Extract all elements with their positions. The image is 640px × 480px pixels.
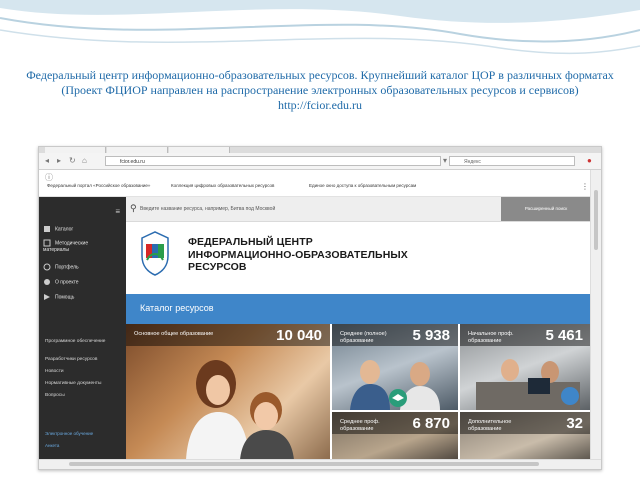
vertical-scrollbar[interactable] (590, 170, 601, 460)
stop-icon[interactable]: ● (587, 156, 592, 166)
tile-primary-vocational[interactable]: Начальное проф. образование 5 461 (460, 324, 591, 410)
reload-icon[interactable]: ↻ (69, 156, 76, 166)
browser-screenshot: ◂ ▸ ↻ ⌂ fcior.edu.ru ▾ Яндекс ● ⓘ Федера… (38, 146, 602, 470)
more-icon[interactable]: ⋮ (581, 182, 589, 191)
tile-secondary-vocational[interactable]: Среднее проф. образование 6 870 (332, 412, 458, 460)
sidebar-link[interactable]: Нормативные документы (45, 381, 101, 387)
methods-icon (43, 239, 51, 247)
tile-count: 5 461 (545, 327, 583, 344)
help-icon (44, 294, 50, 300)
caption-line1: Федеральный центр информационно-образова… (26, 68, 614, 82)
tile-count: 10 040 (276, 327, 322, 344)
tile-secondary-full[interactable]: Среднее (полное) образование 5 938 (332, 324, 458, 410)
portal-link[interactable]: Единое окно доступа к образовательным ре… (309, 183, 416, 188)
search-input[interactable]: Введите название ресурса, например, Битв… (140, 206, 275, 212)
caption-url[interactable]: http://fcior.edu.ru (20, 98, 620, 113)
students-photo (350, 360, 440, 410)
catalog-heading-band: Каталог ресурсов (126, 294, 591, 324)
sidebar: ≡ Каталог Методические материалы Портфел… (39, 197, 126, 469)
tile-count: 32 (566, 415, 583, 432)
teacher-student-photo (186, 360, 294, 460)
sidebar-link[interactable]: Вопросы (45, 393, 65, 399)
dropdown-icon[interactable]: ▾ (443, 156, 447, 166)
portfolio-icon (43, 263, 51, 271)
fcior-logo (141, 231, 169, 276)
sidebar-item-label: Помощь (55, 294, 75, 301)
info-icon (44, 279, 50, 285)
browser-search[interactable]: Яндекс (449, 156, 575, 166)
search-icon: ⚲ (130, 203, 137, 213)
brand-title-line2: ИНФОРМАЦИОННО-ОБРАЗОВАТЕЛЬНЫХ (188, 248, 408, 261)
hamburger-icon[interactable]: ≡ (115, 207, 120, 216)
slide-caption: Федеральный центр информационно-образова… (20, 68, 620, 113)
sidebar-item-methods[interactable]: Методические материалы (43, 239, 113, 253)
sidebar-item-catalog[interactable]: Каталог (43, 225, 73, 233)
site-brand: ФЕДЕРАЛЬНЫЙ ЦЕНТР ИНФОРМАЦИОННО-ОБРАЗОВА… (126, 222, 591, 294)
address-bar[interactable]: fcior.edu.ru (105, 156, 441, 166)
sidebar-item-label: Каталог (55, 226, 74, 233)
scroll-thumb[interactable] (594, 190, 598, 250)
decorative-waves (0, 0, 640, 55)
advanced-search-button[interactable]: Расширенный поиск (501, 197, 591, 221)
info-icon: ⓘ (45, 173, 53, 182)
back-icon[interactable]: ◂ (45, 156, 49, 166)
sidebar-link[interactable]: Программное обеспечение (45, 339, 107, 345)
sidebar-item-label: Портфель (55, 264, 79, 271)
sidebar-item-about[interactable]: О проекте (43, 278, 79, 286)
portal-link[interactable]: Коллекция цифровых образовательных ресур… (171, 183, 274, 188)
tile-basic-general[interactable]: Основное общее образование 10 040 (126, 324, 330, 460)
brand-title-line1: ФЕДЕРАЛЬНЫЙ ЦЕНТР (188, 236, 313, 248)
scroll-thumb[interactable] (69, 462, 539, 466)
horizontal-scrollbar[interactable] (39, 459, 601, 469)
tile-label: Среднее (полное) образование (340, 331, 387, 344)
tile-additional[interactable]: Дополнительное образование 32 (460, 412, 591, 460)
tile-label: Начальное проф. образование (468, 331, 514, 344)
sidebar-item-help[interactable]: Помощь (43, 293, 74, 301)
sidebar-item-portfolio[interactable]: Портфель (43, 263, 79, 271)
sidebar-footer-link[interactable]: Анкета (45, 443, 59, 448)
forward-icon[interactable]: ▸ (57, 156, 61, 166)
sidebar-footer-link[interactable]: Электронное обучение (45, 431, 93, 436)
brand-title: ФЕДЕРАЛЬНЫЙ ЦЕНТР ИНФОРМАЦИОННО-ОБРАЗОВА… (188, 236, 508, 274)
home-icon[interactable]: ⌂ (82, 156, 87, 166)
classroom-photo (476, 359, 580, 410)
caption-line2: (Проект ФЦИОР направлен на распространен… (61, 83, 579, 97)
tile-label: Основное общее образование (134, 331, 214, 337)
browser-toolbar: ◂ ▸ ↻ ⌂ fcior.edu.ru ▾ Яндекс ● (39, 153, 601, 170)
sidebar-item-label: О проекте (55, 279, 79, 286)
catalog-heading: Каталог ресурсов (140, 303, 214, 313)
tile-label: Среднее проф. образование (340, 419, 380, 432)
sidebar-link[interactable]: Разработчики ресурсов (45, 357, 97, 363)
resource-search: ⚲ Введите название ресурса, например, Би… (126, 197, 591, 222)
sidebar-link[interactable]: Новости (45, 369, 64, 375)
portal-link[interactable]: Федеральный портал «Российское образован… (47, 183, 150, 188)
portal-links-bar: ⓘ Федеральный портал «Российское образов… (39, 170, 601, 197)
brand-title-line3: РЕСУРСОВ (188, 261, 247, 273)
catalog-icon (44, 226, 50, 232)
tile-count: 6 870 (412, 415, 450, 432)
tile-label: Дополнительное образование (468, 419, 512, 432)
tile-count: 5 938 (412, 327, 450, 344)
